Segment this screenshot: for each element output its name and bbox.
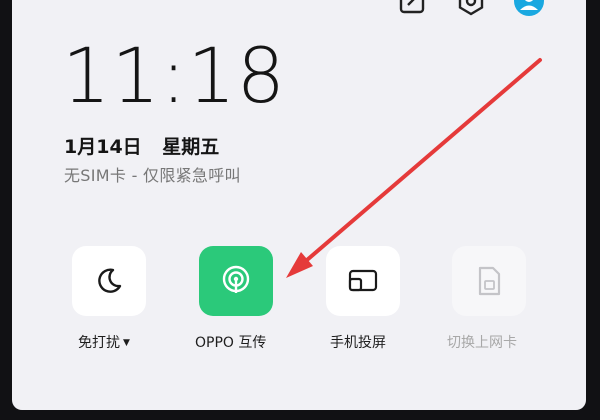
annotation-arrow (286, 58, 542, 278)
